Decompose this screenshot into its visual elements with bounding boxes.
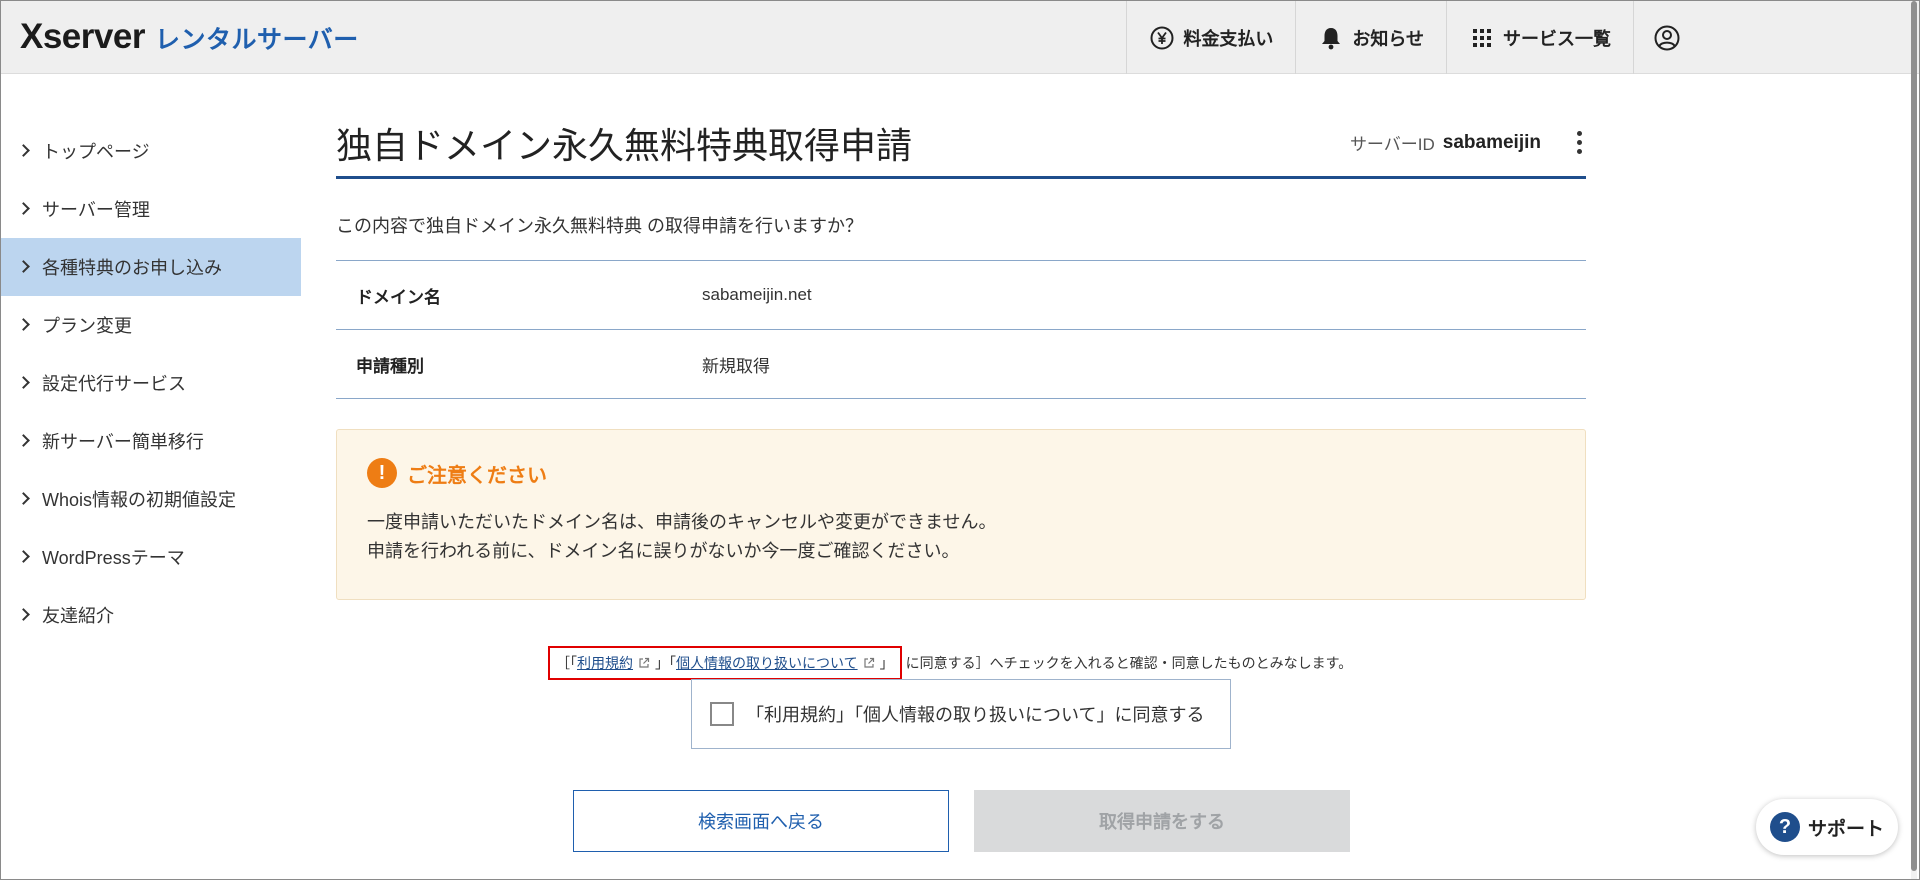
support-label: サポート: [1807, 818, 1884, 840]
grid-icon: [1469, 25, 1495, 51]
sidebar-item-label: プラン変更: [42, 316, 132, 336]
sidebar-item-benefits[interactable]: 各種特典のお申し込み: [1, 238, 301, 296]
chevron-right-icon: [17, 375, 30, 389]
more-menu-icon[interactable]: [1573, 127, 1586, 158]
server-id: サーバーID sabameijin: [1350, 127, 1586, 158]
nav-payment-label: 料金支払い: [1183, 28, 1274, 49]
chevron-right-icon: [17, 549, 30, 563]
nav-news[interactable]: お知らせ: [1295, 1, 1446, 74]
chevron-right-icon: [17, 259, 30, 273]
notice-line: 申請を行われる前に、ドメイン名に誤りがないか今一度ご確認ください。: [367, 541, 960, 561]
sidebar-item-setup-service[interactable]: 設定代行サービス: [1, 354, 301, 412]
agreement-links-highlight: ［「 利用規約 」「 個人情報の取り扱いについて 」: [548, 646, 902, 680]
sidebar-item-referral[interactable]: 友達紹介: [1, 586, 301, 644]
chevron-right-icon: [17, 433, 30, 447]
external-link-icon: [863, 657, 874, 668]
chevron-right-icon: [17, 201, 30, 215]
main-content: 独自ドメイン永久無料特典取得申請 サーバーID sabameijin この内容で…: [336, 109, 1586, 600]
chevron-right-icon: [17, 143, 30, 157]
bell-icon: [1318, 25, 1344, 51]
row-label: 申請種別: [356, 356, 424, 376]
terms-link[interactable]: 利用規約: [577, 653, 633, 673]
sidebar-item-plan[interactable]: プラン変更: [1, 296, 301, 354]
nav-services[interactable]: サービス一覧: [1446, 1, 1633, 74]
server-id-label: サーバーID: [1349, 135, 1435, 154]
bracket-open: ［「: [556, 655, 577, 671]
row-value: 新規取得: [702, 356, 770, 376]
top-header: Xserver レンタルサーバー 料金支払い お知らせ サービス一覧: [1, 1, 1919, 74]
sidebar-item-migration[interactable]: 新サーバー簡単移行: [1, 412, 301, 470]
logo[interactable]: Xserver レンタルサーバー: [20, 17, 359, 57]
notice-line: 一度申請いただいたドメイン名は、申請後のキャンセルや変更ができません。: [367, 512, 997, 532]
sidebar-item-wp-theme[interactable]: WordPressテーマ: [1, 528, 301, 586]
back-to-search-button[interactable]: 検索画面へ戻る: [573, 790, 949, 852]
nav-payment[interactable]: 料金支払い: [1126, 1, 1295, 74]
nav-services-label: サービス一覧: [1503, 28, 1611, 49]
external-link-icon: [639, 657, 650, 668]
table-row: ドメイン名 sabameijin.net: [336, 261, 1586, 330]
agree-checkbox[interactable]: [710, 702, 734, 726]
logo-main: Xserver: [20, 17, 145, 56]
sidebar-item-whois[interactable]: Whois情報の初期値設定: [1, 470, 301, 528]
title-row: 独自ドメイン永久無料特典取得申請 サーバーID sabameijin: [336, 109, 1586, 179]
sidebar-item-label: 新サーバー簡単移行: [42, 432, 204, 452]
privacy-link[interactable]: 個人情報の取り扱いについて: [676, 653, 858, 673]
sidebar-item-label: Whois情報の初期値設定: [42, 490, 237, 510]
nav-news-label: お知らせ: [1352, 28, 1424, 49]
row-value: sabameijin.net: [702, 285, 812, 304]
submit-application-button[interactable]: 取得申請をする: [974, 790, 1350, 852]
chevron-right-icon: [17, 317, 30, 331]
agree-checkbox-label[interactable]: 「利用規約」「個人情報の取り扱いについて」に同意する: [746, 701, 1204, 727]
page-title: 独自ドメイン永久無料特典取得申請: [336, 124, 913, 166]
sidebar-item-server[interactable]: サーバー管理: [1, 180, 301, 238]
sidebar-item-top[interactable]: トップページ: [1, 122, 301, 180]
bracket-close: 」: [879, 655, 894, 671]
sidebar-item-label: 友達紹介: [42, 606, 114, 626]
notice-header: ! ご注意ください: [367, 458, 1555, 488]
nav-user[interactable]: [1633, 1, 1919, 74]
agreement-text: ［「 利用規約 」「 個人情報の取り扱いについて 」 に同意する］へチェックを入…: [548, 646, 1353, 680]
row-label: ドメイン名: [356, 287, 441, 307]
notice-box: ! ご注意ください 一度申請いただいたドメイン名は、申請後のキャンセルや変更がで…: [336, 429, 1586, 600]
sidebar-item-label: 各種特典のお申し込み: [42, 258, 222, 278]
notice-title: ご注意ください: [407, 464, 547, 487]
agree-checkbox-field[interactable]: 「利用規約」「個人情報の取り扱いについて」に同意する: [691, 679, 1231, 749]
notice-body: 一度申請いただいたドメイン名は、申請後のキャンセルや変更ができません。 申請を行…: [367, 508, 1555, 566]
lead-text: この内容で独自ドメイン永久無料特典 の取得申請を行いますか？: [336, 216, 863, 236]
logo-sub: レンタルサーバー: [154, 26, 359, 54]
separator: 」「: [655, 655, 676, 671]
sidebar: トップページ サーバー管理 各種特典のお申し込み プラン変更 設定代行サービス …: [1, 122, 301, 644]
sidebar-item-label: 設定代行サービス: [42, 374, 186, 394]
info-table: ドメイン名 sabameijin.net 申請種別 新規取得: [336, 260, 1586, 399]
header-nav: 料金支払い お知らせ サービス一覧: [1126, 1, 1919, 74]
scrollbar-thumb[interactable]: [1911, 1, 1917, 871]
agreement-suffix: に同意する］へチェックを入れると確認・同意したものとみなします。: [905, 655, 1353, 671]
support-button[interactable]: ? サポート: [1756, 799, 1898, 855]
app-window: Xserver レンタルサーバー 料金支払い お知らせ サービス一覧 トップペー…: [0, 0, 1920, 880]
sidebar-item-label: WordPressテーマ: [42, 548, 185, 568]
server-id-value: sabameijin: [1442, 131, 1541, 153]
sidebar-item-label: トップページ: [42, 142, 150, 162]
chevron-right-icon: [17, 491, 30, 505]
warning-icon: !: [367, 458, 397, 488]
sidebar-item-label: サーバー管理: [42, 200, 150, 220]
table-row: 申請種別 新規取得: [336, 330, 1586, 399]
help-icon: ?: [1769, 812, 1800, 842]
user-icon: [1654, 25, 1680, 51]
yen-icon: [1149, 25, 1175, 51]
chevron-right-icon: [17, 607, 30, 621]
